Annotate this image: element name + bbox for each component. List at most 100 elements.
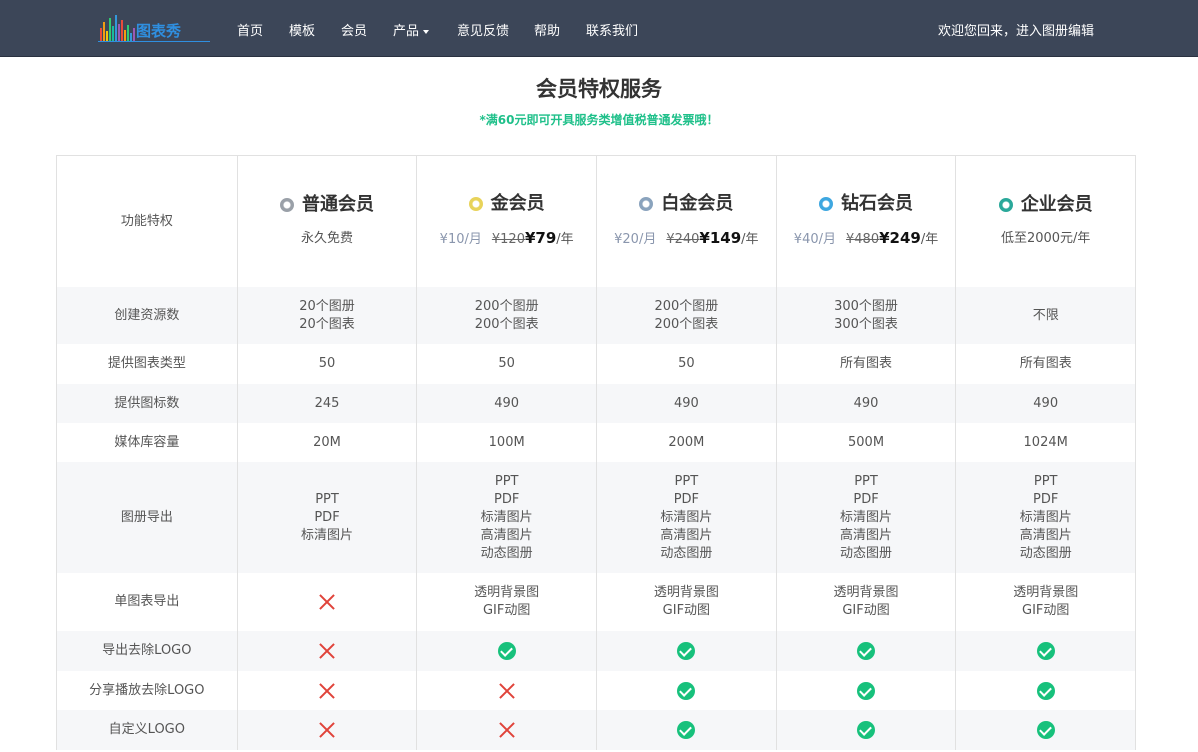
table-row: 提供图标数 245 490 490 490 490 bbox=[57, 384, 1135, 423]
plan-basic: 普通会员 永久免费 bbox=[236, 156, 417, 287]
plan-platinum: 白金会员 ¥20/月 ¥240¥149/年 bbox=[596, 156, 776, 287]
price-unit: /年 bbox=[741, 231, 759, 247]
value-line: 透明背景图 bbox=[474, 585, 540, 600]
feature-label: 提供图表类型 bbox=[107, 356, 186, 371]
value-line: 动态图册 bbox=[840, 545, 893, 561]
value-cell: 100M bbox=[416, 423, 596, 462]
value-line: 标清图片 bbox=[1019, 509, 1072, 525]
gem-icon bbox=[280, 197, 294, 212]
value-cell: 245 bbox=[236, 384, 417, 423]
value-cell: 490 bbox=[416, 384, 596, 423]
feature-cell: 分享播放去除LOGO bbox=[57, 671, 237, 710]
nav-products[interactable]: 产品 bbox=[393, 20, 430, 39]
check-circle-icon bbox=[1036, 681, 1055, 700]
plan-name: 企业会员 bbox=[998, 195, 1093, 214]
value-cell: 1024M bbox=[955, 423, 1135, 462]
value-cell: 200个图册 200个图表 bbox=[416, 287, 596, 344]
monthly-price: ¥40/月 bbox=[793, 231, 836, 247]
value-line: 490 bbox=[853, 395, 879, 411]
value-cell: 500M bbox=[775, 423, 956, 462]
gem-icon bbox=[998, 197, 1013, 212]
value-line: GIF动图 bbox=[1022, 603, 1070, 618]
value-line: PPT bbox=[674, 473, 699, 489]
value-cell bbox=[236, 631, 417, 671]
sale-price: ¥79 bbox=[524, 228, 557, 247]
nav-membership[interactable]: 会员 bbox=[341, 20, 367, 39]
plan-price: 永久免费 bbox=[301, 230, 354, 246]
value-cell: 透明背景图 GIF动图 bbox=[955, 573, 1135, 631]
logo-underline bbox=[98, 41, 210, 42]
plan-diamond: 钻石会员 ¥40/月 ¥480¥249/年 bbox=[775, 156, 956, 287]
feature-header-label: 功能特权 bbox=[120, 213, 173, 229]
value-line: PDF bbox=[853, 491, 879, 507]
feature-label: 图册导出 bbox=[120, 509, 173, 525]
value-line: 动态图册 bbox=[660, 545, 713, 561]
value-line: 20个图表 bbox=[299, 316, 355, 332]
value-cell bbox=[775, 631, 956, 671]
value-line: 标清图片 bbox=[480, 509, 533, 525]
logo[interactable]: 图表秀 bbox=[98, 14, 212, 44]
value-line: 50 bbox=[498, 356, 515, 371]
value-cell bbox=[775, 671, 956, 710]
cross-icon bbox=[317, 641, 337, 661]
gem-icon bbox=[468, 196, 483, 211]
plan-price: ¥40/月 ¥480¥249/年 bbox=[794, 229, 938, 249]
value-line: PDF bbox=[314, 509, 340, 525]
check-circle-icon bbox=[1036, 642, 1055, 660]
plan-header-row: 功能特权 普通会员 永久免费 金会员 ¥10/月 ¥120¥79/年 白金会员 ¥… bbox=[57, 156, 1136, 287]
plan-name-label: 钻石会员 bbox=[841, 192, 914, 214]
value-line: GIF动图 bbox=[662, 603, 711, 618]
feature-label: 媒体库容量 bbox=[114, 434, 180, 450]
welcome-link[interactable]: 欢迎您回来，进入图册编辑 bbox=[938, 20, 1094, 39]
value-cell bbox=[416, 671, 596, 710]
value-line: 200个图表 bbox=[654, 316, 719, 332]
feature-label: 自定义LOGO bbox=[108, 722, 185, 737]
check-circle-icon bbox=[497, 642, 516, 660]
value-line: 标清图片 bbox=[301, 527, 354, 543]
plan-enterprise: 企业会员 低至2000元/年 bbox=[955, 156, 1136, 287]
nav-templates[interactable]: 模板 bbox=[289, 20, 315, 39]
gem-icon bbox=[639, 196, 654, 211]
value-line: 50 bbox=[678, 356, 695, 371]
chevron-down-icon bbox=[423, 29, 430, 34]
value-line: 高清图片 bbox=[480, 527, 533, 543]
value-line: 所有图表 bbox=[1019, 356, 1072, 371]
value-cell: 490 bbox=[775, 384, 956, 423]
value-cell: 300个图册 300个图表 bbox=[775, 287, 956, 344]
check-circle-icon bbox=[1036, 721, 1055, 739]
check-circle-icon bbox=[857, 681, 876, 700]
value-cell: 200个图册 200个图表 bbox=[596, 287, 776, 344]
value-cell: 所有图表 bbox=[775, 344, 956, 384]
value-cell bbox=[955, 631, 1135, 671]
plan-gold: 金会员 ¥10/月 ¥120¥79/年 bbox=[416, 156, 597, 287]
feature-cell: 创建资源数 bbox=[57, 287, 237, 344]
value-cell: PPT PDF 标清图片 高清图片 动态图册 bbox=[416, 462, 596, 573]
value-line: GIF动图 bbox=[482, 603, 531, 618]
nav-feedback[interactable]: 意见反馈 bbox=[457, 20, 509, 39]
value-cell bbox=[955, 710, 1135, 750]
value-line: 动态图册 bbox=[480, 545, 533, 561]
cross-icon bbox=[497, 720, 517, 740]
feature-label: 导出去除LOGO bbox=[102, 643, 192, 658]
monthly-price: ¥10/月 bbox=[439, 231, 482, 247]
monthly-price: ¥20/月 bbox=[614, 231, 657, 247]
value-line: 490 bbox=[494, 395, 520, 411]
nav-contact[interactable]: 联系我们 bbox=[586, 20, 638, 39]
feature-label: 提供图标数 bbox=[114, 395, 180, 411]
value-cell bbox=[596, 671, 776, 710]
price-unit: /年 bbox=[920, 231, 939, 247]
table-row: 单图表导出 透明背景图 GIF动图 透明背景图 GIF动图 透明背景图 GIF动图 透明背景图… bbox=[57, 573, 1135, 631]
feature-header-cell: 功能特权 bbox=[57, 156, 237, 287]
nav-home[interactable]: 首页 bbox=[237, 20, 263, 39]
value-cell: PPT PDF 标清图片 bbox=[236, 462, 417, 573]
feature-cell: 媒体库容量 bbox=[57, 423, 237, 462]
value-line: PDF bbox=[673, 491, 700, 507]
plan-price: ¥20/月 ¥240¥149/年 bbox=[614, 229, 758, 249]
value-cell bbox=[775, 710, 956, 750]
logo-text: 图表秀 bbox=[136, 22, 182, 40]
nav-help[interactable]: 帮助 bbox=[534, 20, 560, 39]
value-line: 100M bbox=[488, 434, 525, 450]
value-cell bbox=[596, 710, 776, 750]
check-circle-icon bbox=[677, 642, 696, 660]
sale-price: ¥249 bbox=[879, 228, 921, 247]
